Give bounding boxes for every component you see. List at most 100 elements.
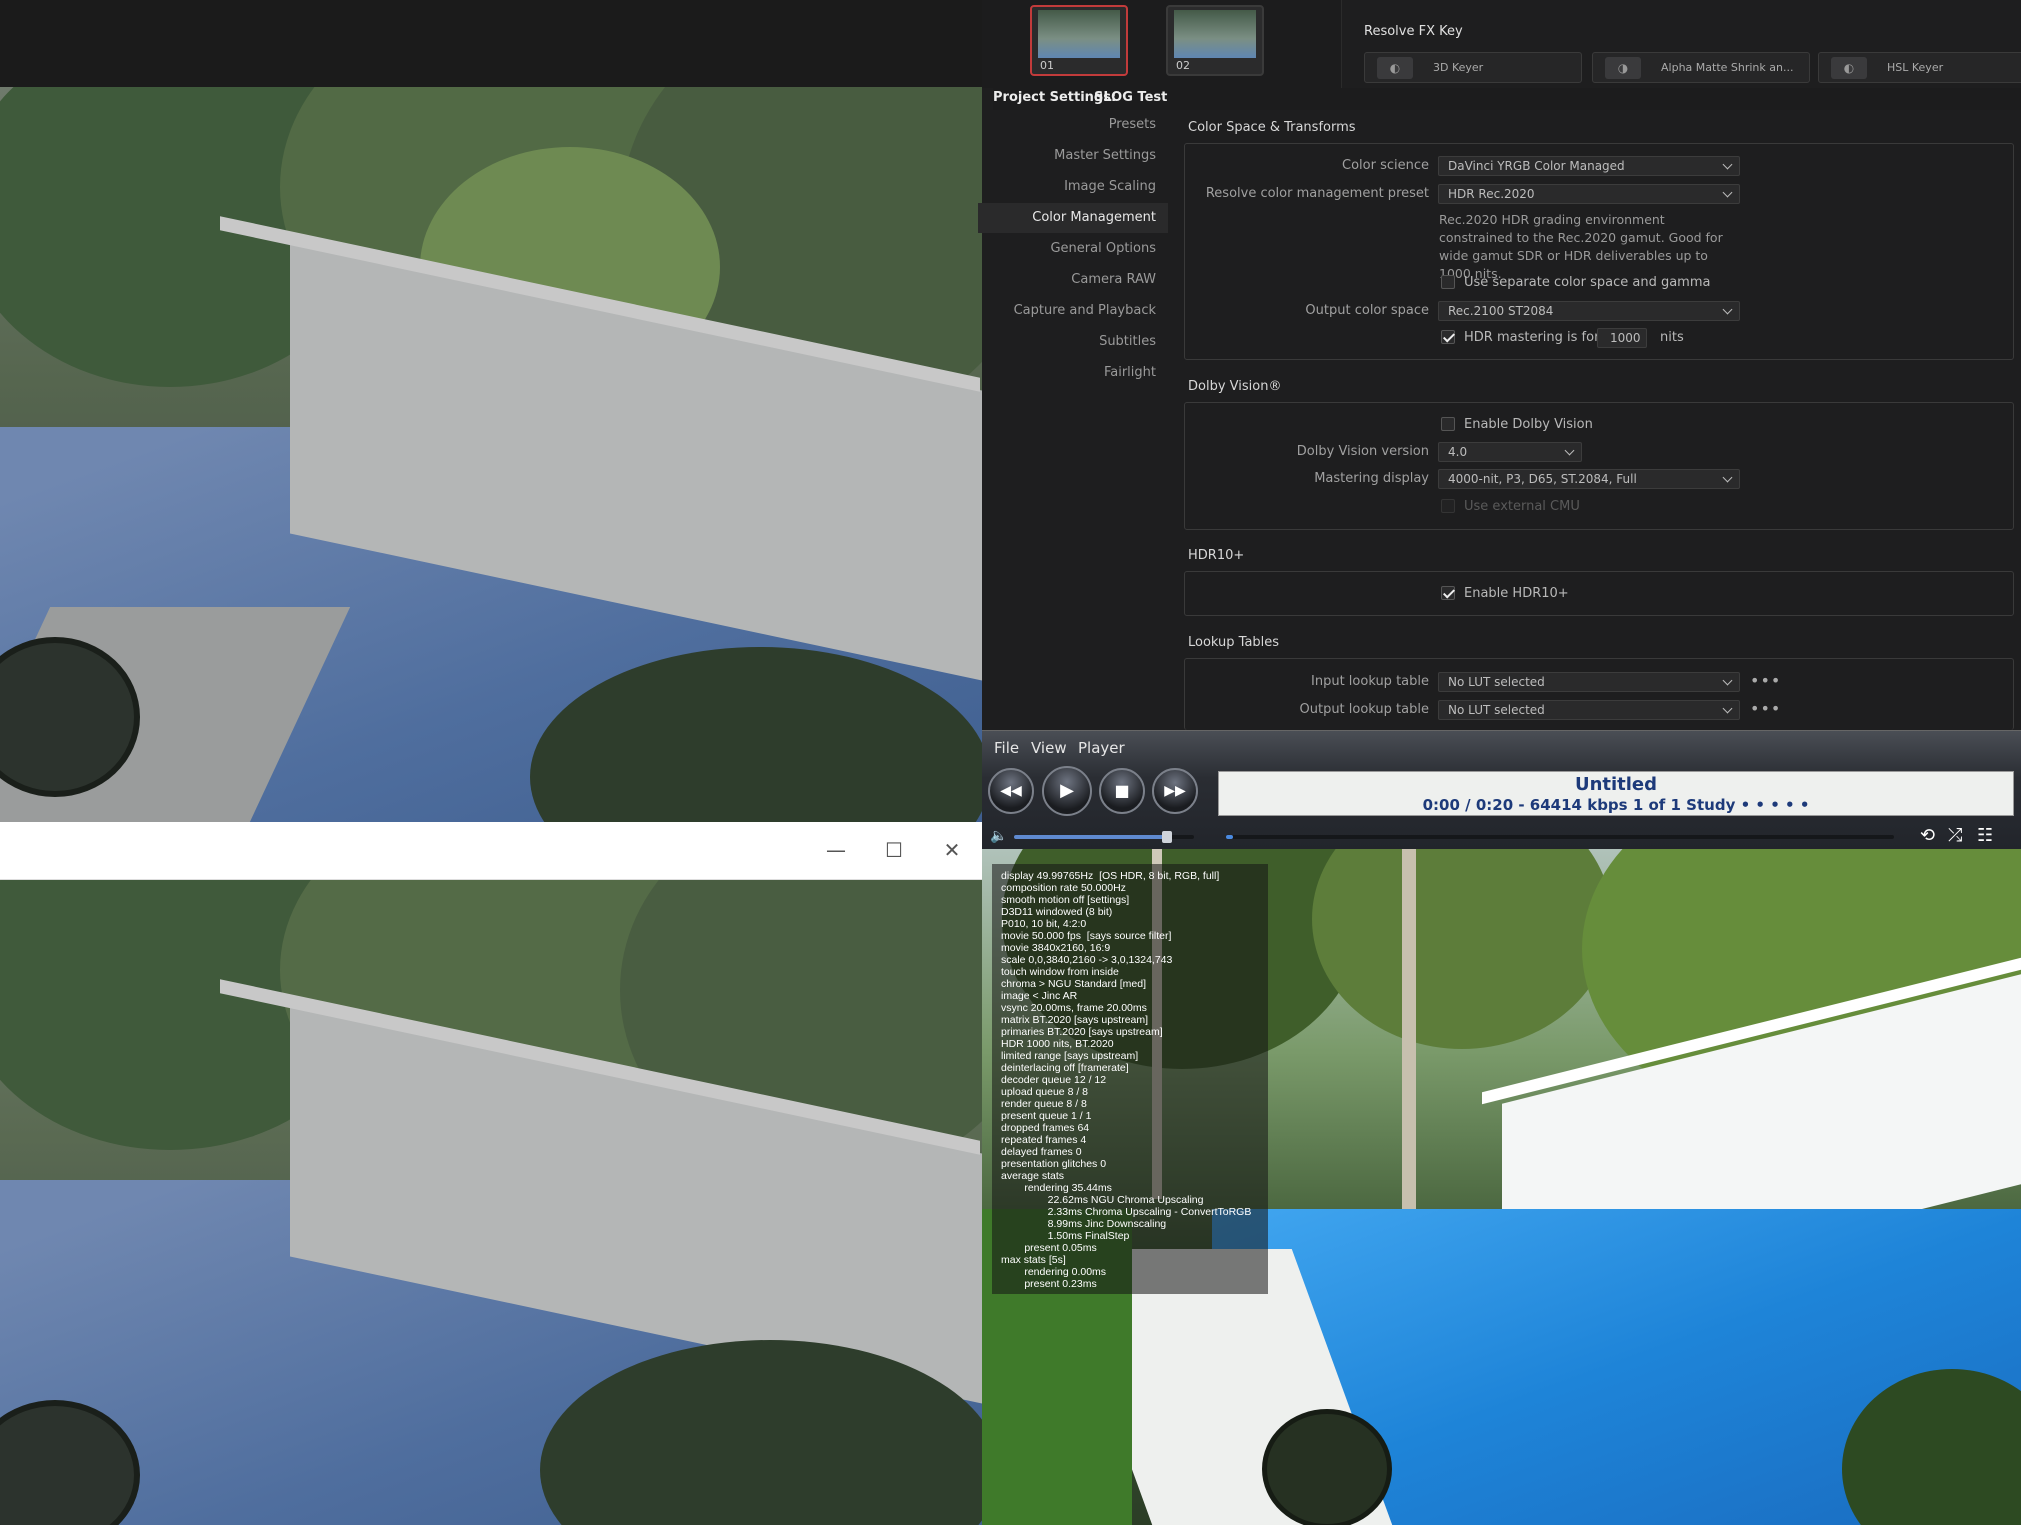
preset-dropdown[interactable]: HDR Rec.2020: [1438, 184, 1740, 204]
preset-description: Rec.2020 HDR grading environment constra…: [1439, 212, 1723, 281]
node-thumbnail: [1174, 10, 1256, 58]
fx-alpha-matte-button[interactable]: ◑ Alpha Matte Shrink an...: [1592, 52, 1810, 83]
equalizer-icon[interactable]: ☷: [1977, 825, 1993, 846]
track-title: Untitled: [1574, 774, 1658, 795]
osd-line: render queue 8 / 8: [1001, 1098, 1087, 1110]
osd-line: image < Jinc AR: [1001, 990, 1078, 1002]
fx-label: HSL Keyer: [1887, 61, 1944, 74]
menu-view[interactable]: View: [1031, 739, 1067, 757]
nits-label: nits: [1660, 330, 1684, 345]
osd-line: rendering 35.44ms: [1001, 1182, 1112, 1194]
chevron-down-icon: [1722, 187, 1733, 198]
play-button[interactable]: ▶: [1042, 766, 1092, 816]
hdr-mastering-input[interactable]: 1000: [1597, 328, 1647, 348]
osd-line: HDR 1000 nits, BT.2020: [1001, 1038, 1114, 1050]
osd-line: delayed frames 0: [1001, 1146, 1082, 1158]
minimize-button[interactable]: —: [816, 832, 856, 868]
osd-line: limited range [says upstream]: [1001, 1050, 1139, 1062]
osd-line: composition rate 50.000Hz: [1001, 882, 1126, 894]
osd-line: chroma > NGU Standard [med]: [1001, 978, 1147, 990]
color-science-dropdown[interactable]: DaVinci YRGB Color Managed: [1438, 156, 1740, 176]
rewind-button[interactable]: ◀◀: [988, 768, 1034, 814]
node-02[interactable]: 02: [1166, 5, 1264, 76]
top-black-bar: [0, 0, 982, 87]
osd-line: present 0.05ms: [1001, 1242, 1097, 1254]
repeat-icon[interactable]: ⟲: [1920, 825, 1935, 846]
output-color-space-dropdown[interactable]: Rec.2100 ST2084: [1438, 301, 1740, 321]
maximize-button[interactable]: ☐: [874, 832, 914, 868]
hdr10-panel: Enable HDR10+: [1184, 571, 2014, 616]
osd-line: 22.62ms NGU Chroma Upscaling: [1001, 1194, 1204, 1206]
volume-knob[interactable]: [1162, 831, 1172, 843]
menu-player[interactable]: Player: [1078, 739, 1125, 757]
video-frame-bottom-left: [0, 880, 982, 1525]
matte-icon: ◑: [1605, 57, 1641, 79]
nav-master-settings[interactable]: Master Settings: [978, 141, 1168, 171]
enable-dolby-checkbox[interactable]: [1441, 417, 1455, 431]
shuffle-icon[interactable]: ⤮: [1948, 825, 1962, 846]
input-lut-more-icon[interactable]: •••: [1750, 671, 1781, 690]
hdr-mastering-label: HDR mastering is for: [1464, 330, 1600, 345]
fx-key-title: Resolve FX Key: [1364, 24, 1463, 39]
speaker-icon[interactable]: 🔈: [990, 828, 1007, 844]
output-lut-label: Output lookup table: [1299, 702, 1430, 717]
render-stats-overlay: display 49.99765Hz [OS HDR, 8 bit, RGB, …: [992, 864, 1268, 1294]
osd-line: max stats [5s]: [1001, 1254, 1066, 1266]
resolve-window: 01 02 Resolve FX Key ◐ 3D Keyer ◑ Alpha …: [978, 0, 2021, 730]
keyer-icon: ◐: [1377, 57, 1413, 79]
fx-label: 3D Keyer: [1433, 61, 1484, 74]
enable-hdr10-checkbox[interactable]: [1441, 586, 1455, 600]
osd-line: present queue 1 / 1: [1001, 1110, 1092, 1122]
output-lut-more-icon[interactable]: •••: [1750, 699, 1781, 718]
external-cmu-label: Use external CMU: [1464, 499, 1580, 514]
osd-line: presentation glitches 0: [1001, 1158, 1107, 1170]
osd-line: upload queue 8 / 8: [1001, 1086, 1088, 1098]
nav-color-management[interactable]: Color Management: [978, 203, 1168, 233]
chevron-down-icon: [1722, 675, 1733, 686]
seek-fill: [1226, 835, 1233, 839]
menu-file[interactable]: File: [994, 739, 1019, 757]
osd-line: P010, 10 bit, 4:2:0: [1001, 918, 1087, 930]
node-thumbnail: [1038, 10, 1120, 58]
volume-slider[interactable]: [1014, 831, 1194, 843]
separate-color-space-checkbox[interactable]: [1441, 275, 1455, 289]
nav-fairlight[interactable]: Fairlight: [978, 358, 1168, 388]
nav-capture-playback[interactable]: Capture and Playback: [978, 296, 1168, 326]
forward-button[interactable]: ▶▶: [1152, 768, 1198, 814]
osd-line: 2.33ms Chroma Upscaling - ConvertToRGB: [1001, 1206, 1252, 1218]
seek-bar[interactable]: [1226, 835, 1894, 839]
chevron-down-icon: [1722, 304, 1733, 315]
dolby-vision-panel: Enable Dolby Vision Dolby Vision version…: [1184, 402, 2014, 530]
color-space-panel: Color science DaVinci YRGB Color Managed…: [1184, 143, 2014, 360]
node-graph[interactable]: 01 02: [982, 0, 1342, 88]
fx-hsl-keyer-button[interactable]: ◐ HSL Keyer: [1818, 52, 2021, 83]
nav-general-options[interactable]: General Options: [978, 234, 1168, 264]
nav-presets[interactable]: Presets: [978, 110, 1168, 140]
media-player-toolbar: File View Player ◀◀ ▶ ■ ▶▶ Untitled 0:00…: [982, 730, 2021, 849]
track-info: 0:00 / 0:20 - 64414 kbps 1 of 1 Study • …: [1422, 796, 1810, 814]
osd-line: rendering 0.00ms: [1001, 1266, 1107, 1278]
node-01[interactable]: 01: [1030, 5, 1128, 76]
osd-line: D3D11 windowed (8 bit): [1001, 906, 1113, 918]
external-cmu-checkbox[interactable]: [1441, 499, 1455, 513]
mastering-display-dropdown[interactable]: 4000-nit, P3, D65, ST.2084, Full: [1438, 469, 1740, 489]
dolby-version-dropdown[interactable]: 4.0: [1438, 442, 1582, 462]
section-hdr10: HDR10+: [1188, 548, 1245, 563]
close-button[interactable]: ✕: [932, 832, 972, 868]
enable-dolby-label: Enable Dolby Vision: [1464, 417, 1593, 432]
hdr-mastering-checkbox[interactable]: [1441, 330, 1455, 344]
enable-hdr10-label: Enable HDR10+: [1464, 586, 1569, 601]
section-color-space: Color Space & Transforms: [1188, 120, 1356, 135]
input-lut-dropdown[interactable]: No LUT selected: [1438, 672, 1740, 692]
output-lut-dropdown[interactable]: No LUT selected: [1438, 700, 1740, 720]
fx-3d-keyer-button[interactable]: ◐ 3D Keyer: [1364, 52, 1582, 83]
nav-subtitles[interactable]: Subtitles: [978, 327, 1168, 357]
osd-line: movie 50.000 fps [says source filter]: [1001, 930, 1172, 942]
section-dolby-vision: Dolby Vision®: [1188, 379, 1282, 394]
nav-camera-raw[interactable]: Camera RAW: [978, 265, 1168, 295]
window-titlebar: — ☐ ✕: [0, 822, 982, 880]
nav-image-scaling[interactable]: Image Scaling: [978, 172, 1168, 202]
osd-line: 1.50ms FinalStep: [1001, 1230, 1130, 1242]
osd-line: display 49.99765Hz [OS HDR, 8 bit, RGB, …: [1001, 870, 1220, 882]
stop-button[interactable]: ■: [1099, 768, 1145, 814]
